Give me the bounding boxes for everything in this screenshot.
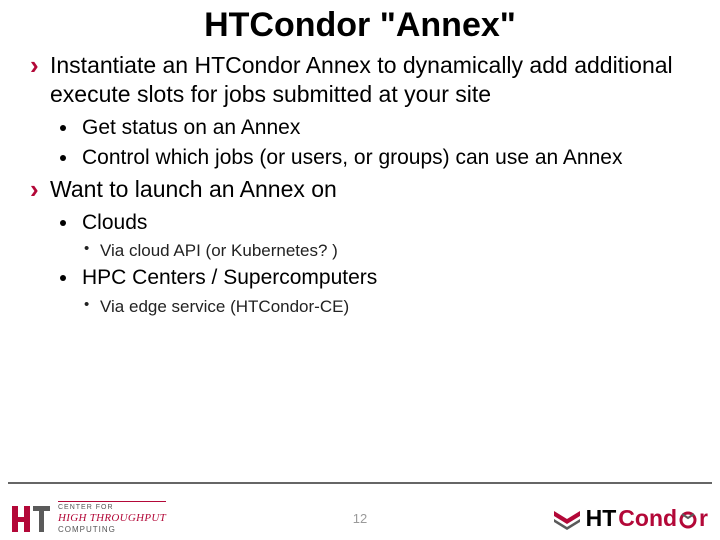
bullet-text: Via cloud API (or Kubernetes? ) [100, 241, 338, 260]
bullet-l1: Instantiate an HTCondor Annex to dynamic… [28, 51, 692, 109]
ht-mark-icon [12, 502, 50, 534]
logo-cond: Cond [618, 505, 677, 532]
bullet-text: Get status on an Annex [82, 116, 300, 139]
slide-title: HTCondor "Annex" [0, 0, 720, 51]
footer-divider [8, 482, 712, 484]
htcondor-logo: HTCondr [552, 505, 708, 532]
logo-line3: COMPUTING [58, 525, 166, 534]
dot-icon [60, 275, 66, 281]
slide: HTCondor "Annex" Instantiate an HTCondor… [0, 0, 720, 540]
bullet-l1: Want to launch an Annex on [28, 175, 692, 204]
logo-line1: CENTER FOR [58, 504, 166, 512]
bullet-text: Via edge service (HTCondor-CE) [100, 297, 349, 316]
dot-icon [60, 155, 66, 161]
bullet-text: Instantiate an HTCondor Annex to dynamic… [50, 52, 673, 107]
slide-content: Instantiate an HTCondor Annex to dynamic… [0, 51, 720, 317]
logo-ht: HT [586, 505, 617, 532]
logo-line2: HIGH THROUGHPUT [58, 512, 166, 525]
bullet-l3: Via edge service (HTCondor-CE) [84, 296, 692, 317]
bullet-text: Clouds [82, 211, 147, 234]
bullet-l2: HPC Centers / Supercomputers [60, 265, 692, 291]
bullet-text: Want to launch an Annex on [50, 176, 337, 202]
bullet-text: HPC Centers / Supercomputers [82, 266, 377, 289]
chevron-icon [552, 507, 582, 531]
chtc-logo: CENTER FOR HIGH THROUGHPUT COMPUTING [12, 501, 166, 534]
condor-o-icon [679, 509, 697, 529]
chtc-logo-text: CENTER FOR HIGH THROUGHPUT COMPUTING [58, 501, 166, 534]
dot-icon [60, 220, 66, 226]
bullet-l2: Control which jobs (or users, or groups)… [60, 145, 692, 171]
logo-r: r [699, 505, 708, 532]
bullet-text: Control which jobs (or users, or groups)… [82, 146, 622, 169]
footer: 12 CENTER FOR HIGH THROUGHPUT COMPUTING … [0, 482, 720, 540]
bullet-l2: Get status on an Annex [60, 115, 692, 141]
bullet-l2: Clouds [60, 210, 692, 236]
bullet-l3: Via cloud API (or Kubernetes? ) [84, 240, 692, 261]
dot-icon [60, 125, 66, 131]
